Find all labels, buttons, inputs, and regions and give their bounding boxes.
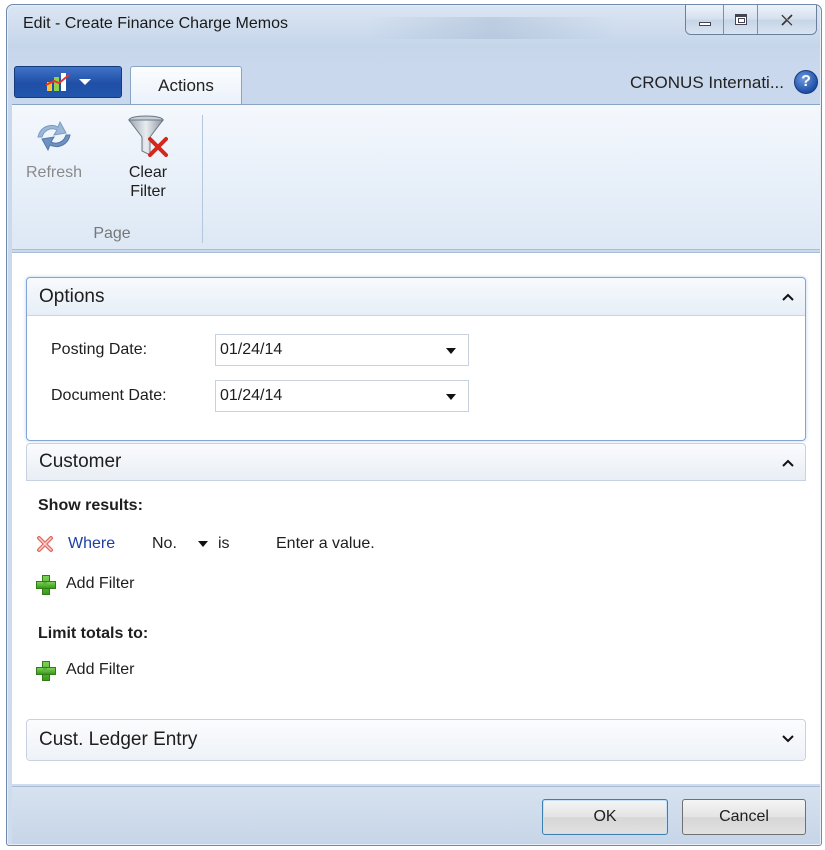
- add-filter-link-2[interactable]: Add Filter: [36, 661, 135, 681]
- help-icon[interactable]: ?: [794, 70, 818, 94]
- posting-date-row: Posting Date: 01/24/14: [41, 334, 469, 366]
- document-date-row: Document Date: 01/24/14: [41, 380, 469, 412]
- posting-date-label: Posting Date:: [51, 341, 148, 358]
- tab-actions[interactable]: Actions: [130, 66, 242, 105]
- filter-row: Where No. is Enter a value.: [36, 535, 375, 553]
- clear-filter-button[interactable]: Clear Filter: [118, 113, 178, 201]
- ribbon-group-page: Refresh Clear Filter Page: [12, 105, 204, 251]
- filter-field-selector[interactable]: No.: [152, 535, 198, 553]
- chevron-down-icon[interactable]: [198, 541, 208, 547]
- add-filter-label-2: Add Filter: [66, 661, 135, 678]
- filter-where-label: Where: [68, 535, 116, 552]
- fasttab-customer: Customer Show results: Where No. is Ente…: [26, 443, 806, 718]
- clear-filter-label-line1: Clear: [128, 164, 168, 181]
- document-date-dropdown[interactable]: 01/24/14: [215, 380, 469, 412]
- add-filter-icon: [36, 661, 56, 681]
- application-menu-button[interactable]: [14, 66, 122, 98]
- dialog-footer: OK Cancel: [12, 786, 820, 844]
- dropdown-arrow-icon[interactable]: [446, 348, 456, 354]
- add-filter-label: Add Filter: [66, 575, 135, 592]
- ribbon-group-label: Page: [93, 225, 131, 242]
- maximize-button[interactable]: [724, 5, 758, 34]
- fasttab-options: Options Posting Date: 01/24/14 Document …: [26, 277, 806, 441]
- limit-totals-label: Limit totals to:: [38, 625, 149, 642]
- tab-actions-label: Actions: [158, 76, 214, 95]
- chevron-down-icon[interactable]: [781, 732, 795, 746]
- filter-operator: is: [218, 535, 230, 552]
- posting-date-value: 01/24/14: [220, 341, 283, 358]
- fasttab-customer-header[interactable]: Customer: [26, 443, 806, 481]
- add-filter-icon: [36, 575, 56, 595]
- window-title: Edit - Create Finance Charge Memos: [23, 15, 288, 32]
- clear-filter-label: Clear Filter: [129, 163, 167, 201]
- caption-buttons: [685, 5, 817, 35]
- ribbon-tab-bar: Actions CRONUS Internati... ?: [12, 66, 820, 105]
- add-filter-link[interactable]: Add Filter: [36, 575, 135, 595]
- chevron-up-icon[interactable]: [781, 456, 795, 470]
- chevron-up-icon[interactable]: [781, 290, 795, 304]
- title-bar[interactable]: Edit - Create Finance Charge Memos: [7, 5, 821, 53]
- fasttab-options-title: Options: [39, 285, 105, 307]
- fasttab-ledger-title: Cust. Ledger Entry: [39, 729, 198, 750]
- filter-value-input[interactable]: Enter a value.: [276, 535, 375, 553]
- refresh-button[interactable]: Refresh: [24, 113, 84, 182]
- fasttab-customer-title: Customer: [39, 451, 122, 472]
- dynamics-logo-icon: [45, 73, 70, 91]
- minimize-icon: [698, 21, 711, 26]
- refresh-label: Refresh: [25, 164, 83, 181]
- ok-button[interactable]: OK: [542, 799, 668, 835]
- fasttab-options-header[interactable]: Options: [27, 278, 805, 316]
- refresh-icon: [32, 113, 76, 157]
- company-name[interactable]: CRONUS Internati...: [630, 73, 784, 93]
- remove-filter-icon[interactable]: [36, 535, 54, 553]
- clear-filter-label-line2: Filter: [130, 183, 166, 200]
- close-button[interactable]: [758, 5, 816, 34]
- chevron-down-icon: [79, 79, 91, 85]
- title-bar-glass-reflection: [367, 17, 617, 39]
- content-area: Options Posting Date: 01/24/14 Document …: [12, 252, 820, 784]
- maximize-icon: [734, 14, 747, 25]
- posting-date-dropdown[interactable]: 01/24/14: [215, 334, 469, 366]
- document-date-value: 01/24/14: [220, 387, 283, 404]
- close-icon: [781, 13, 793, 26]
- customer-filter-body: Show results: Where No. is Enter a value…: [26, 481, 806, 718]
- fasttab-ledger-header[interactable]: Cust. Ledger Entry: [27, 720, 805, 760]
- ribbon-group-separator: [202, 115, 203, 243]
- dropdown-arrow-icon[interactable]: [446, 394, 456, 400]
- ribbon-body: Refresh Clear Filter Page: [12, 104, 820, 250]
- minimize-button[interactable]: [686, 5, 724, 34]
- fasttab-cust-ledger-entry: Cust. Ledger Entry: [26, 719, 806, 761]
- show-results-label: Show results:: [38, 497, 143, 514]
- clear-filter-icon: [126, 113, 170, 157]
- cancel-button[interactable]: Cancel: [682, 799, 806, 835]
- document-date-label: Document Date:: [51, 387, 167, 404]
